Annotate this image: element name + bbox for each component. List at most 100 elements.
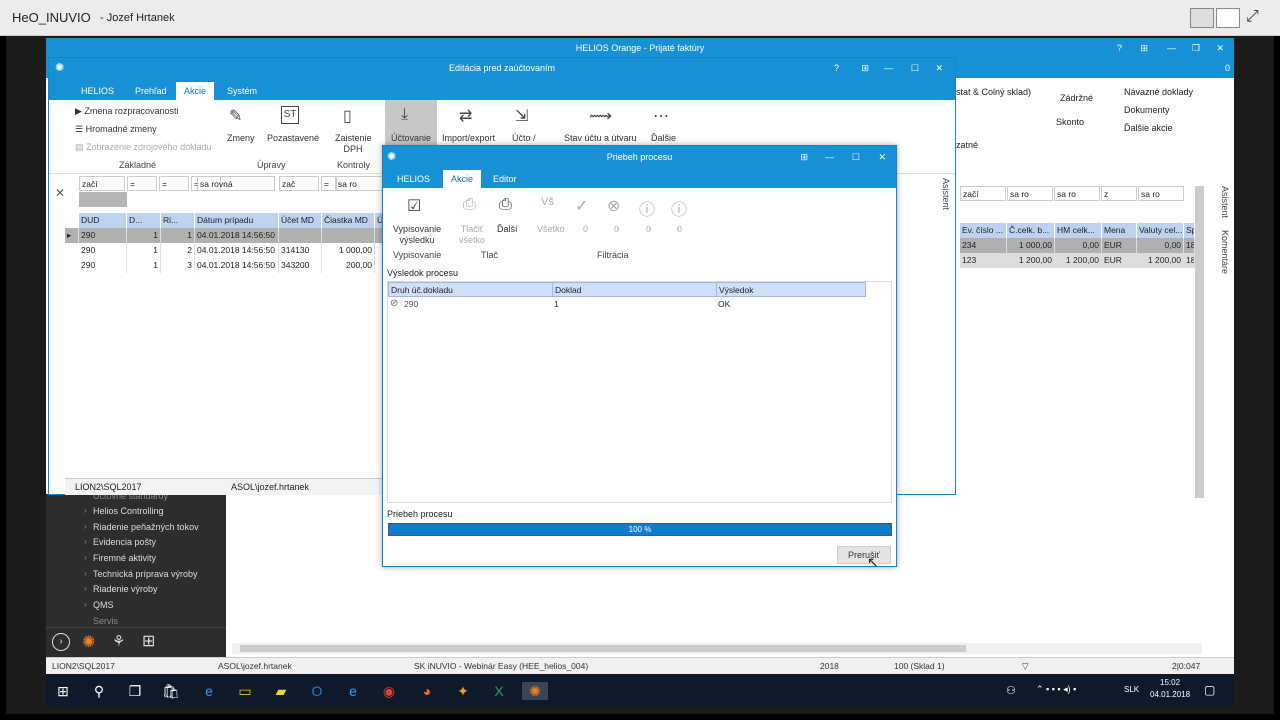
table-row[interactable]: 290 1 2 04.01.2018 14:56:50 314130 1 000… <box>65 243 383 258</box>
column-header[interactable]: Mena <box>1102 223 1137 238</box>
column-header[interactable]: HM celk... <box>1055 223 1102 238</box>
cancel-button[interactable]: Prerušiť <box>837 546 891 564</box>
zmena-rozpracovanosti-button[interactable]: ▶ Zmena rozpracovanosti <box>75 106 178 117</box>
fullscreen-mode-icon[interactable] <box>1216 8 1240 28</box>
column-header[interactable]: D... <box>127 213 161 228</box>
tab-helios[interactable]: HELIOS <box>73 82 122 100</box>
outlook-icon[interactable]: O <box>308 682 326 700</box>
people-icon[interactable]: ⚇ <box>1006 684 1016 697</box>
zaistenie-dph-button[interactable]: Zaistenie DPH <box>335 133 372 155</box>
close-icon[interactable]: ✕ <box>1216 38 1224 58</box>
tool-dalsie-akcie[interactable]: Ďalšie akcie <box>1124 123 1173 133</box>
store-icon[interactable]: 🛍 <box>162 682 180 700</box>
tool-zadrzne[interactable]: Zádržné <box>1060 93 1093 103</box>
filter-cell[interactable]: sa ro <box>335 176 383 191</box>
tree-icon[interactable]: ⚘ <box>112 632 125 650</box>
tab-editor[interactable]: Editor <box>485 170 525 188</box>
app-icon[interactable]: ✦ <box>454 682 472 700</box>
column-header[interactable]: Valuty cel... <box>1137 223 1184 238</box>
side-tab-asistent[interactable]: Asistent <box>937 178 951 298</box>
maximize-icon[interactable]: ☐ <box>911 58 919 78</box>
file-explorer-icon[interactable]: ▭ <box>236 682 254 700</box>
zobrazenie-zdroj-button[interactable]: ▤ Zobrazenie zdrojového dokladu <box>75 142 212 153</box>
pin-icon[interactable]: ⊞ <box>800 146 808 168</box>
language-indicator[interactable]: SLK <box>1124 685 1139 694</box>
tab-system[interactable]: Systém <box>219 82 265 100</box>
sidebar-item[interactable]: QMS <box>93 600 114 610</box>
tab-akcie[interactable]: Akcie <box>443 170 482 188</box>
filter-cell[interactable]: sa ro <box>1138 186 1184 201</box>
pin-icon[interactable]: ⊞ <box>861 58 869 78</box>
dalsie-button[interactable]: Ďalšie <box>651 133 676 143</box>
minimize-icon[interactable]: — <box>825 146 834 168</box>
column-header[interactable]: Čiastka MD <box>322 213 375 228</box>
zmeny-button[interactable]: Zmeny <box>227 133 255 143</box>
horizontal-scrollbar[interactable] <box>232 643 1202 654</box>
table-row[interactable]: ▸ 290 1 1 04.01.2018 14:56:50 <box>65 228 383 243</box>
tool-dokumenty[interactable]: Dokumenty <box>1124 105 1170 115</box>
tab-prehlad[interactable]: Prehľad <box>127 82 175 100</box>
column-header[interactable]: DUD <box>79 213 127 228</box>
sidebar-item[interactable]: Servis <box>93 616 118 626</box>
sidebar-item[interactable]: Riadenie výroby <box>93 584 158 594</box>
right-scrollbar[interactable] <box>1195 186 1204 498</box>
minimize-icon[interactable]: — <box>1167 38 1176 58</box>
column-header[interactable]: Doklad <box>552 282 717 297</box>
close-filter-icon[interactable]: ✕ <box>55 186 65 200</box>
column-header[interactable]: Sp <box>1184 223 1195 238</box>
filter-cell[interactable]: začí <box>79 176 125 191</box>
column-header[interactable]: Dátum prípadu <box>195 213 279 228</box>
pin-icon[interactable]: ⊞ <box>1140 38 1148 58</box>
pozastavene-button[interactable]: Pozastavené <box>267 133 319 143</box>
sidebar-item[interactable]: Helios Controlling <box>93 506 164 516</box>
import-export-button[interactable]: Import/export <box>442 133 495 143</box>
search-icon[interactable]: ⚲ <box>90 682 108 700</box>
column-header[interactable]: Ri... <box>161 213 195 228</box>
table-row[interactable]: 123 1 200,00 1 200,00 EUR 1 200,00 18 <box>960 253 1195 268</box>
filter-cell[interactable]: z <box>1101 186 1137 201</box>
tool-navazne-doklady[interactable]: Návazné doklady <box>1124 87 1193 97</box>
sidebar-item[interactable]: Technická príprava výroby <box>93 569 198 579</box>
grid-icon[interactable]: ⊞ <box>142 631 155 651</box>
window-mode-icon[interactable] <box>1190 8 1214 28</box>
sticky-notes-icon[interactable]: ▰ <box>272 682 290 700</box>
chrome-icon[interactable]: ◉ <box>380 682 398 700</box>
filter-cell[interactable]: sa ro <box>1007 186 1053 201</box>
internet-explorer-icon[interactable]: e <box>344 682 362 700</box>
close-icon[interactable]: ✕ <box>935 58 943 78</box>
clock-date[interactable]: 04.01.2018 <box>1150 690 1190 699</box>
column-header[interactable]: Účet MD <box>279 213 322 228</box>
help-icon[interactable]: ? <box>1117 38 1122 58</box>
uctovanie-button[interactable]: ⤓ Účtovanie <box>385 100 437 148</box>
restore-icon[interactable]: ❐ <box>1192 38 1200 58</box>
column-header[interactable]: Č.celk. b... <box>1007 223 1055 238</box>
notification-icon[interactable]: ▢ <box>1204 683 1215 697</box>
ucto-button[interactable]: Účto / <box>512 133 536 143</box>
filter-icon[interactable]: ▽ <box>1022 661 1029 672</box>
column-header[interactable]: Výsledok <box>716 282 866 297</box>
filter-cell[interactable]: začí <box>960 186 1006 201</box>
vypisovanie-vysledku-button[interactable]: Vypisovanie výsledku <box>391 224 443 246</box>
tool-colny-sklad[interactable]: stat & Colný sklad) <box>956 87 1031 97</box>
sidebar-item[interactable]: Firemné aktivity <box>93 553 156 563</box>
filter-cell[interactable]: = <box>127 176 157 191</box>
hromadne-zmeny-button[interactable]: ☰ Hromadné zmeny <box>75 124 157 135</box>
maximize-icon[interactable]: ☐ <box>852 146 860 168</box>
edge-icon[interactable]: e <box>200 682 218 700</box>
close-icon[interactable]: ✕ <box>878 146 886 168</box>
vsetko-button[interactable]: Všetko <box>537 224 565 234</box>
filter-value[interactable] <box>79 192 127 207</box>
excel-icon[interactable]: X <box>490 682 508 700</box>
sidebar-item[interactable]: Evidencia pošty <box>93 537 156 547</box>
tab-helios[interactable]: HELIOS <box>389 170 438 188</box>
minimize-icon[interactable]: — <box>884 58 893 78</box>
helios-logo-icon[interactable]: ✺ <box>82 632 95 652</box>
filter-cell[interactable]: zač <box>279 176 319 191</box>
help-icon[interactable]: ? <box>834 58 839 78</box>
tray-icons[interactable]: ⌃ ▪ ▪ ▪ ◂) ▪ <box>1036 684 1076 695</box>
tool-skonto[interactable]: Skonto <box>1056 117 1084 127</box>
tab-akcie[interactable]: Akcie <box>176 82 215 100</box>
filter-cell[interactable]: = <box>159 176 189 191</box>
task-view-icon[interactable]: ❐ <box>126 682 144 700</box>
table-row[interactable]: 290 1 3 04.01.2018 14:56:50 343200 200,0… <box>65 258 383 273</box>
